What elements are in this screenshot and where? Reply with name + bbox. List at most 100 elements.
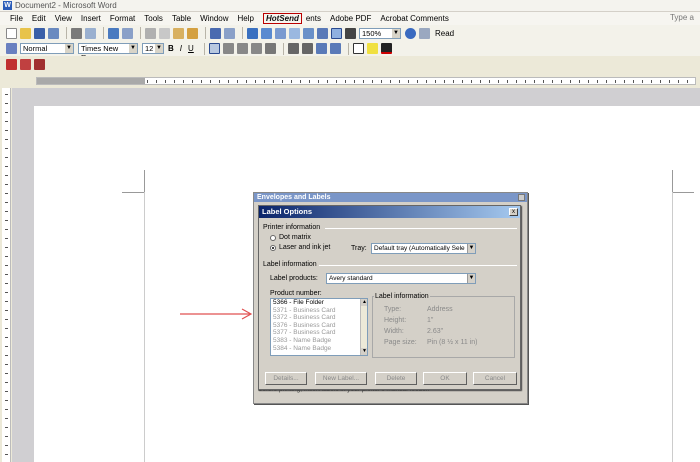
cancel-button[interactable]: Cancel xyxy=(473,372,517,385)
vertical-ruler[interactable] xyxy=(2,88,11,462)
acrobat-toolbar xyxy=(0,56,700,72)
border-icon[interactable] xyxy=(352,43,364,54)
label-options-title: Label Options xyxy=(259,206,520,218)
list-scrollbar[interactable]: ▲ ▼ xyxy=(360,299,367,355)
font-select[interactable]: Times New Roman▼ xyxy=(78,43,138,62)
font-size-select[interactable]: 12 ▼ xyxy=(142,43,164,54)
line-spacing-icon[interactable] xyxy=(264,43,276,54)
list-item[interactable]: 5376 - Business Card xyxy=(271,322,367,330)
bullets-icon[interactable] xyxy=(301,43,313,54)
new-label-button[interactable]: New Label... xyxy=(315,372,367,385)
list-item[interactable]: 5372 - Business Card xyxy=(271,314,367,322)
list-item[interactable]: 5366 - File Folder xyxy=(271,299,367,307)
info-type-key: Type: xyxy=(384,306,402,313)
menu-tools[interactable]: Tools xyxy=(144,14,163,23)
insert-excel-icon[interactable] xyxy=(289,27,300,39)
menu-edit[interactable]: Edit xyxy=(32,14,46,23)
ruler-tick xyxy=(480,80,481,83)
hotsend-button[interactable]: HotSend xyxy=(262,13,302,24)
list-item[interactable]: 5377 - Business Card xyxy=(271,329,367,337)
menu-adobe-pdf[interactable]: Adobe PDF xyxy=(330,14,371,23)
ruler-tick xyxy=(525,80,526,83)
styles-icon[interactable] xyxy=(6,43,17,54)
paste-icon[interactable] xyxy=(173,27,184,39)
format-painter-icon[interactable] xyxy=(187,27,198,39)
laser-radio[interactable] xyxy=(270,245,276,251)
drawing-icon[interactable] xyxy=(317,27,328,39)
print-preview-icon[interactable] xyxy=(85,27,96,39)
bold-button[interactable]: B xyxy=(168,44,174,53)
italic-button[interactable]: I xyxy=(180,44,182,53)
increase-indent-icon[interactable] xyxy=(329,43,341,54)
spelling-icon[interactable] xyxy=(108,27,119,39)
read-button[interactable]: Read xyxy=(435,29,454,38)
label-products-select[interactable]: Avery standard ▼ xyxy=(326,273,476,284)
research-icon[interactable] xyxy=(122,27,133,39)
decrease-indent-icon[interactable] xyxy=(315,43,327,54)
ruler-tick xyxy=(5,319,8,320)
show-hide-icon[interactable] xyxy=(345,27,356,39)
font-color-icon[interactable] xyxy=(380,43,392,54)
scroll-down-icon[interactable]: ▼ xyxy=(361,348,367,355)
permission-icon[interactable] xyxy=(48,27,59,39)
print-icon[interactable] xyxy=(71,27,82,39)
menu-comments-partial[interactable]: ents xyxy=(306,14,321,23)
ruler-tick xyxy=(291,80,292,83)
align-center-icon[interactable] xyxy=(222,43,234,54)
list-item[interactable]: 5371 - Business Card xyxy=(271,307,367,315)
dot-matrix-radio[interactable] xyxy=(270,235,276,241)
read-icon[interactable] xyxy=(419,27,430,39)
ruler-tick xyxy=(5,139,8,140)
delete-button[interactable]: Delete xyxy=(375,372,417,385)
pdf-email-icon[interactable] xyxy=(20,58,31,70)
ok-button[interactable]: OK xyxy=(423,372,467,385)
copy-icon[interactable] xyxy=(159,27,170,39)
tray-select[interactable]: Default tray (Automatically Sele ▼ xyxy=(371,243,476,254)
cut-icon[interactable] xyxy=(145,27,156,39)
menu-window[interactable]: Window xyxy=(200,14,228,23)
save-icon[interactable] xyxy=(34,27,45,39)
redo-icon[interactable] xyxy=(224,27,235,39)
ruler-tick xyxy=(408,80,409,83)
menu-view[interactable]: View xyxy=(55,14,72,23)
crop-mark xyxy=(672,192,694,193)
menu-file[interactable]: File xyxy=(10,14,23,23)
insert-table-icon[interactable] xyxy=(275,27,286,39)
zoom-select[interactable]: 150% ▼ xyxy=(359,27,401,39)
align-right-icon[interactable] xyxy=(236,43,248,54)
horizontal-ruler[interactable] xyxy=(36,77,696,85)
style-select[interactable]: Normal ▼ xyxy=(20,43,74,54)
ask-question-box[interactable]: Type a xyxy=(670,13,694,22)
menu-format[interactable]: Format xyxy=(110,14,135,23)
scroll-up-icon[interactable]: ▲ xyxy=(361,299,367,306)
underline-button[interactable]: U xyxy=(188,44,194,53)
numbering-icon[interactable] xyxy=(287,43,299,54)
ruler-tick xyxy=(507,80,508,83)
close-icon[interactable]: x xyxy=(509,208,518,216)
pdf-convert-icon[interactable] xyxy=(6,58,17,70)
menu-acrobat-comments[interactable]: Acrobat Comments xyxy=(380,14,448,23)
justify-icon[interactable] xyxy=(250,43,262,54)
new-doc-icon[interactable] xyxy=(6,27,17,39)
list-item[interactable]: 5384 - Name Badge xyxy=(271,345,367,353)
highlight-icon[interactable] xyxy=(366,43,378,54)
help-icon[interactable] xyxy=(405,27,416,39)
list-item[interactable]: 5383 - Name Badge xyxy=(271,337,367,345)
undo-icon[interactable] xyxy=(210,27,221,39)
toolbar-separator xyxy=(205,27,206,39)
columns-icon[interactable] xyxy=(303,27,314,39)
menu-help[interactable]: Help xyxy=(238,14,254,23)
ruler-tick xyxy=(5,256,8,257)
open-folder-icon[interactable] xyxy=(20,27,31,39)
hyperlink-icon[interactable] xyxy=(247,27,258,39)
document-map-icon[interactable] xyxy=(331,27,342,39)
menu-insert[interactable]: Insert xyxy=(81,14,101,23)
ruler-tick xyxy=(5,130,8,131)
product-number-list[interactable]: 5366 - File Folder 5371 - Business Card … xyxy=(270,298,368,356)
align-left-icon[interactable] xyxy=(208,43,220,54)
tables-borders-icon[interactable] xyxy=(261,27,272,39)
details-button[interactable]: Details... xyxy=(265,372,307,385)
pdf-review-icon[interactable] xyxy=(34,58,45,70)
close-icon[interactable] xyxy=(518,194,525,201)
menu-table[interactable]: Table xyxy=(172,14,191,23)
